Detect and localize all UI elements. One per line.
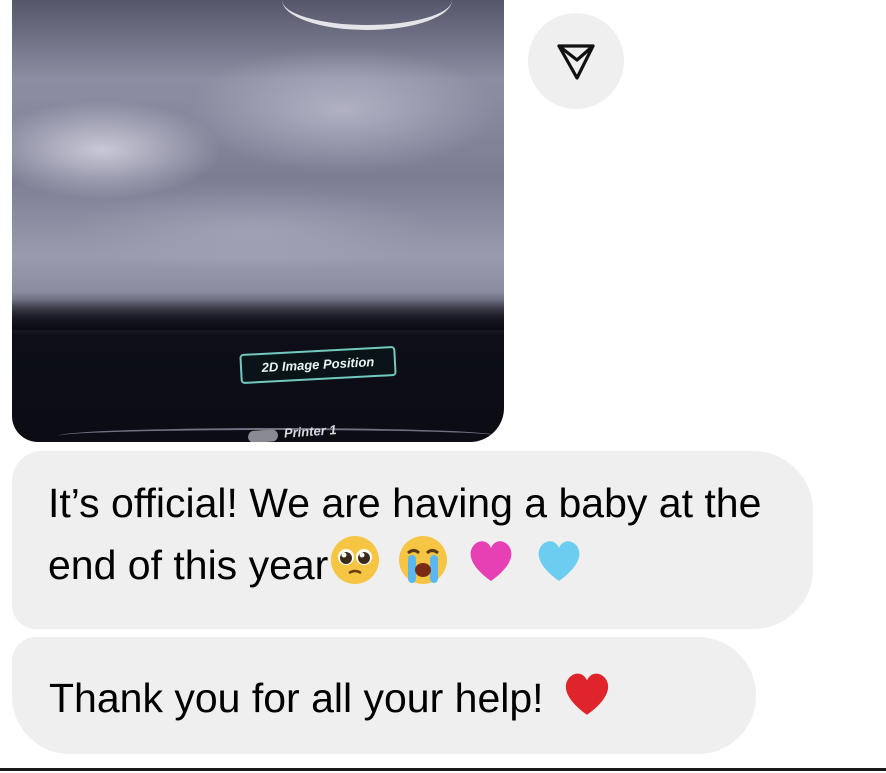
message-bubble-thanks[interactable]: Thank you for all your help! [12, 637, 756, 754]
light-blue-heart-emoji [532, 533, 586, 603]
message-bubble-announcement[interactable]: It’s official! We are having a baby at t… [12, 451, 813, 629]
scan-edge [12, 300, 504, 330]
pink-heart-emoji [464, 533, 518, 603]
share-button[interactable] [528, 13, 624, 109]
pleading-face-emoji [328, 533, 382, 603]
ultrasound-photo[interactable]: 2D Image Position Printer 1 [12, 0, 504, 442]
scan-curve [282, 0, 452, 30]
ultrasound-overlay-label: 2D Image Position [239, 345, 397, 385]
message-text: Thank you for all your help! [49, 674, 544, 721]
printer-badge [247, 428, 279, 442]
bottom-divider [0, 768, 886, 771]
loudly-crying-face-emoji [396, 533, 450, 603]
printer-label: Printer 1 [247, 420, 368, 442]
paper-plane-icon [557, 44, 595, 80]
printer-text: Printer 1 [283, 422, 338, 441]
red-heart-emoji [558, 665, 616, 737]
